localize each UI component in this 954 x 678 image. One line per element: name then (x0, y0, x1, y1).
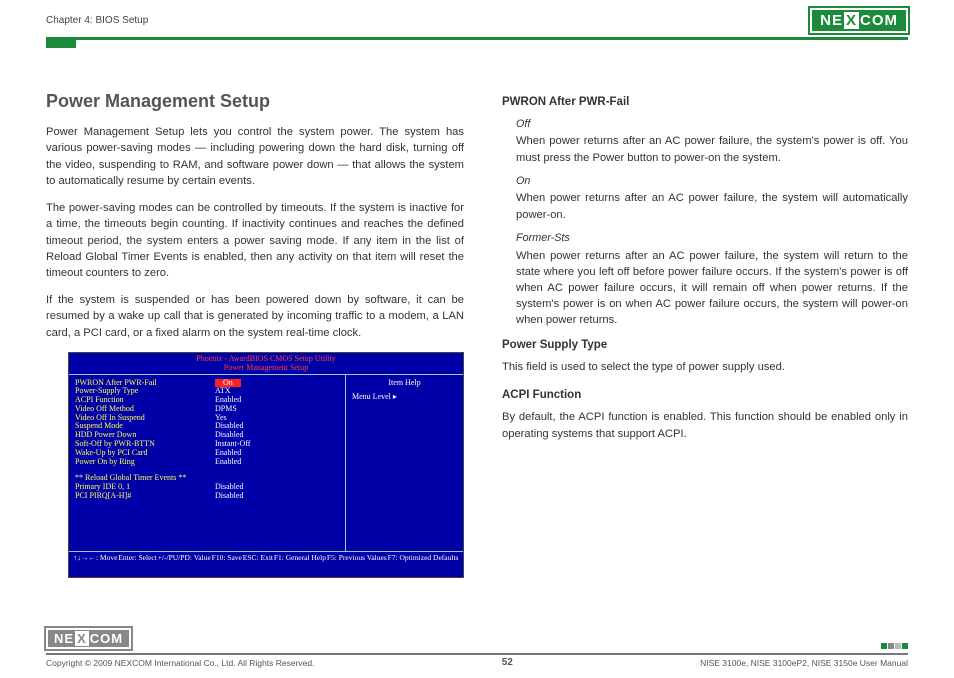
footer-squares-icon (881, 643, 908, 649)
heading: PWRON After PWR-Fail (502, 94, 908, 111)
heading: Power Supply Type (502, 337, 908, 354)
brand-logo: NEXCOM (810, 8, 908, 33)
item-help-label: Item Help (352, 379, 457, 388)
bios-body: PWRON After PWR-FailOnPower-Supply TypeA… (69, 374, 463, 552)
option-block: Off When power returns after an AC power… (516, 117, 908, 329)
page: Chapter 4: BIOS Setup NEXCOM Power Manag… (0, 6, 954, 678)
bios-hint: ESC: Exit (243, 554, 273, 562)
manual-name: NISE 3100e, NISE 3100eP2, NISE 3150e Use… (700, 658, 908, 668)
content-columns: Power Management Setup Power Management … (46, 88, 908, 578)
option-label: Former-Sts (516, 231, 908, 247)
paragraph: If the system is suspended or has been p… (46, 292, 464, 341)
option-label: Off (516, 117, 908, 133)
right-column: PWRON After PWR-Fail Off When power retu… (502, 88, 908, 578)
bios-hint: F5: Previous Values (327, 554, 387, 562)
paragraph: The power-saving modes can be controlled… (46, 200, 464, 281)
paragraph: This field is used to select the type of… (502, 359, 908, 375)
option-text: When power returns after an AC power fai… (516, 190, 908, 222)
bios-hint: ↑↓→←: Move (73, 554, 117, 562)
paragraph: By default, the ACPI function is enabled… (502, 409, 908, 441)
menu-level-label: Menu Level (352, 393, 457, 402)
bios-row: PCI PIRQ[A-H]#Disabled (75, 492, 339, 501)
footer-row: Copyright © 2009 NEXCOM International Co… (46, 657, 908, 668)
copyright: Copyright © 2009 NEXCOM International Co… (46, 658, 314, 668)
footer: NEXCOM Copyright © 2009 NEXCOM Internati… (46, 628, 908, 668)
bios-footer-hints: ↑↓→←: MoveEnter: Select+/-/PU/PD: ValueF… (69, 552, 463, 564)
bios-screenshot: Phoenix - AwardBIOS CMOS Setup Utility P… (68, 352, 464, 578)
footer-logo: NEXCOM (46, 628, 131, 649)
paragraph: Power Management Setup lets you control … (46, 124, 464, 189)
chapter-label: Chapter 4: BIOS Setup (46, 15, 148, 26)
bios-help-pane: Item Help Menu Level (345, 375, 463, 551)
bios-hint: F7: Optimized Defaults (388, 554, 459, 562)
section-title: Power Management Setup (46, 88, 464, 114)
bios-hint: F1: General Help (274, 554, 326, 562)
bios-row: Power On by RingEnabled (75, 458, 339, 467)
header-rule (46, 37, 908, 40)
bios-title: Phoenix - AwardBIOS CMOS Setup Utility P… (69, 353, 463, 374)
footer-rule (46, 653, 908, 655)
bios-hint: +/-/PU/PD: Value (158, 554, 211, 562)
option-label: On (516, 174, 908, 190)
option-text: When power returns after an AC power fai… (516, 133, 908, 165)
bios-settings: PWRON After PWR-FailOnPower-Supply TypeA… (69, 375, 345, 551)
bios-hint: F10: Save (212, 554, 242, 562)
bios-hint: Enter: Select (118, 554, 157, 562)
heading: ACPI Function (502, 387, 908, 404)
page-number: 52 (502, 657, 513, 668)
option-text: When power returns after an AC power fai… (516, 248, 908, 329)
header: Chapter 4: BIOS Setup NEXCOM (46, 6, 908, 34)
left-column: Power Management Setup Power Management … (46, 88, 464, 578)
